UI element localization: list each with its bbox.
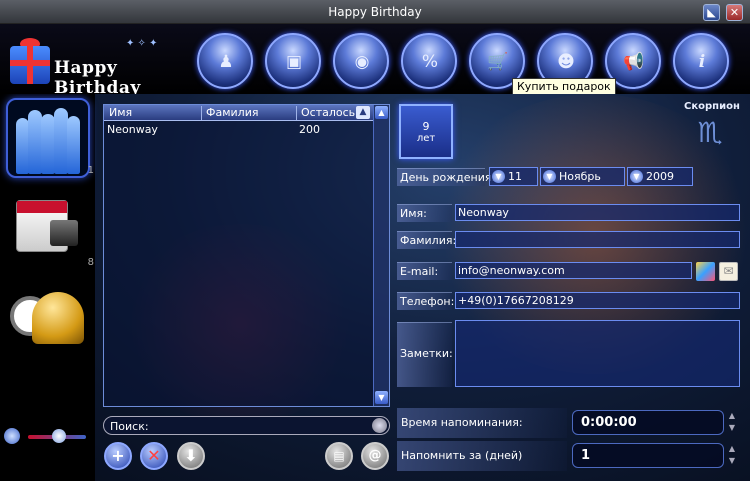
percent-icon: % [421, 52, 439, 72]
notes-field[interactable] [455, 320, 740, 387]
toolbar-button-discount[interactable]: % [401, 33, 457, 89]
email-label: E-mail: [397, 262, 452, 280]
sidebar-item-events[interactable] [6, 194, 90, 274]
birthday-label: День рождения: [397, 168, 495, 186]
bell-icon [32, 292, 84, 344]
column-header-days-left[interactable]: Осталось [301, 106, 355, 119]
chevron-down-icon: ▼ [630, 170, 643, 183]
last-name-label: Фамилия: [397, 231, 456, 249]
plus-icon: + [111, 446, 125, 465]
spin-up-icon[interactable]: ▲ [727, 411, 737, 421]
phone-field[interactable]: +49(0)17667208129 [455, 292, 740, 309]
info-icon: i [698, 52, 706, 72]
chevron-down-icon: ▼ [543, 170, 556, 183]
window-title: Happy Birthday [328, 5, 422, 19]
main-panel: 1 8 Имя Фамилия Осталось ▲ Neonway 200 ▲… [0, 94, 750, 481]
envelope-icon[interactable]: ✉ [719, 262, 738, 281]
spin-down-icon[interactable]: ▼ [727, 456, 737, 466]
email-field[interactable]: info@neonway.com [455, 262, 692, 279]
people-icon [14, 106, 84, 174]
chevron-down-icon: ▼ [492, 170, 505, 183]
search-input[interactable]: Поиск: [103, 416, 390, 435]
delete-contact-button[interactable]: ✕ [140, 442, 168, 470]
toolbar-button-skins[interactable]: ◉ [333, 33, 389, 89]
title-bar: Happy Birthday ◣ ✕ [0, 0, 750, 24]
hat-icon [50, 220, 78, 246]
birthday-day-select[interactable]: ▼ 11 [489, 167, 538, 186]
toolbar: ✦ ✧ ✦ Happy Birthday ♟ ▣ ◉ % 🛒 ☻ 📢 i Куп… [0, 24, 750, 98]
stamp-icon: ♟ [218, 52, 234, 72]
age-unit: лет [416, 133, 436, 144]
reminder-time-label: Время напоминания: [397, 408, 567, 438]
email-button[interactable]: @ [361, 442, 389, 470]
table-row[interactable]: Neonway 200 [104, 123, 374, 138]
remind-days-spinner[interactable]: ▲ ▼ [726, 443, 738, 468]
print-button[interactable]: ▤ [325, 442, 353, 470]
volume-slider-handle[interactable] [52, 429, 66, 443]
age-value: 9 [422, 120, 430, 133]
safe-icon: ▣ [285, 52, 303, 72]
minimize-button[interactable]: ◣ [703, 4, 720, 21]
speaker-icon[interactable] [4, 428, 20, 444]
first-name-label: Имя: [397, 204, 452, 222]
sidebar-count-events: 8 [87, 257, 94, 268]
color-wheel-icon: ◉ [354, 52, 370, 72]
person-icon: ☻ [557, 52, 575, 72]
stamp-icon[interactable] [696, 262, 715, 281]
birthday-month-select[interactable]: ▼ Ноябрь [540, 167, 625, 186]
table-header: Имя Фамилия Осталось ▲ [104, 105, 374, 121]
age-badge: 9 лет [399, 104, 453, 159]
zodiac-name: Скорпион [684, 101, 740, 112]
contacts-table: Имя Фамилия Осталось ▲ Neonway 200 ▲ ▼ [103, 104, 390, 407]
stars-icon: ✦ ✧ ✦ [126, 38, 158, 49]
search-icon[interactable] [372, 418, 387, 433]
birthday-year-select[interactable]: ▼ 2009 [627, 167, 693, 186]
minimize-icon: ◣ [707, 6, 716, 19]
remind-days-field[interactable]: 1 [572, 443, 724, 468]
cell-first-name: Neonway [107, 123, 158, 136]
download-icon: ⬇ [184, 446, 198, 465]
last-name-field[interactable] [455, 231, 740, 248]
toolbar-button-safe[interactable]: ▣ [265, 33, 321, 89]
gift-box-icon [10, 46, 50, 84]
vertical-scrollbar[interactable]: ▲ ▼ [373, 105, 389, 406]
scorpio-icon: ♏ [697, 116, 723, 149]
phone-label: Телефон: [397, 292, 454, 310]
app-logo: ✦ ✧ ✦ Happy Birthday [6, 34, 192, 98]
column-header-last-name[interactable]: Фамилия [206, 106, 258, 119]
close-icon: ✕ [729, 6, 740, 19]
spin-down-icon[interactable]: ▼ [727, 423, 737, 433]
reminder-time-field[interactable]: 0:00:00 [572, 410, 724, 435]
add-contact-button[interactable]: + [104, 442, 132, 470]
sidebar-item-contacts[interactable] [6, 98, 90, 178]
cross-icon: ✕ [147, 446, 161, 465]
close-button[interactable]: ✕ [726, 4, 743, 21]
scroll-down-icon[interactable]: ▼ [375, 391, 388, 404]
toolbar-button-stamp[interactable]: ♟ [197, 33, 253, 89]
sort-icon[interactable]: ▲ [356, 106, 370, 119]
download-button[interactable]: ⬇ [177, 442, 205, 470]
first-name-field[interactable]: Neonway [455, 204, 740, 221]
megaphone-icon: 📢 [623, 52, 645, 72]
at-icon: @ [368, 448, 382, 463]
sidebar-count-contacts: 1 [87, 165, 94, 176]
scroll-up-icon[interactable]: ▲ [375, 106, 388, 119]
notes-label: Заметки: [397, 322, 453, 387]
printer-icon: ▤ [333, 449, 345, 463]
sidebar-item-reminders[interactable] [6, 282, 90, 362]
spin-up-icon[interactable]: ▲ [727, 444, 737, 454]
reminder-time-spinner[interactable]: ▲ ▼ [726, 410, 738, 435]
search-label: Поиск: [110, 420, 149, 433]
column-header-first-name[interactable]: Имя [109, 106, 132, 119]
tooltip: Купить подарок [512, 78, 616, 95]
cell-days-left: 200 [299, 123, 320, 136]
gift-cart-icon: 🛒 [487, 52, 509, 72]
toolbar-button-info[interactable]: i [673, 33, 729, 89]
logo-text: Happy Birthday [54, 58, 141, 98]
remind-days-label: Напомнить за (дней) [397, 441, 567, 471]
sidebar: 1 8 [0, 94, 95, 481]
